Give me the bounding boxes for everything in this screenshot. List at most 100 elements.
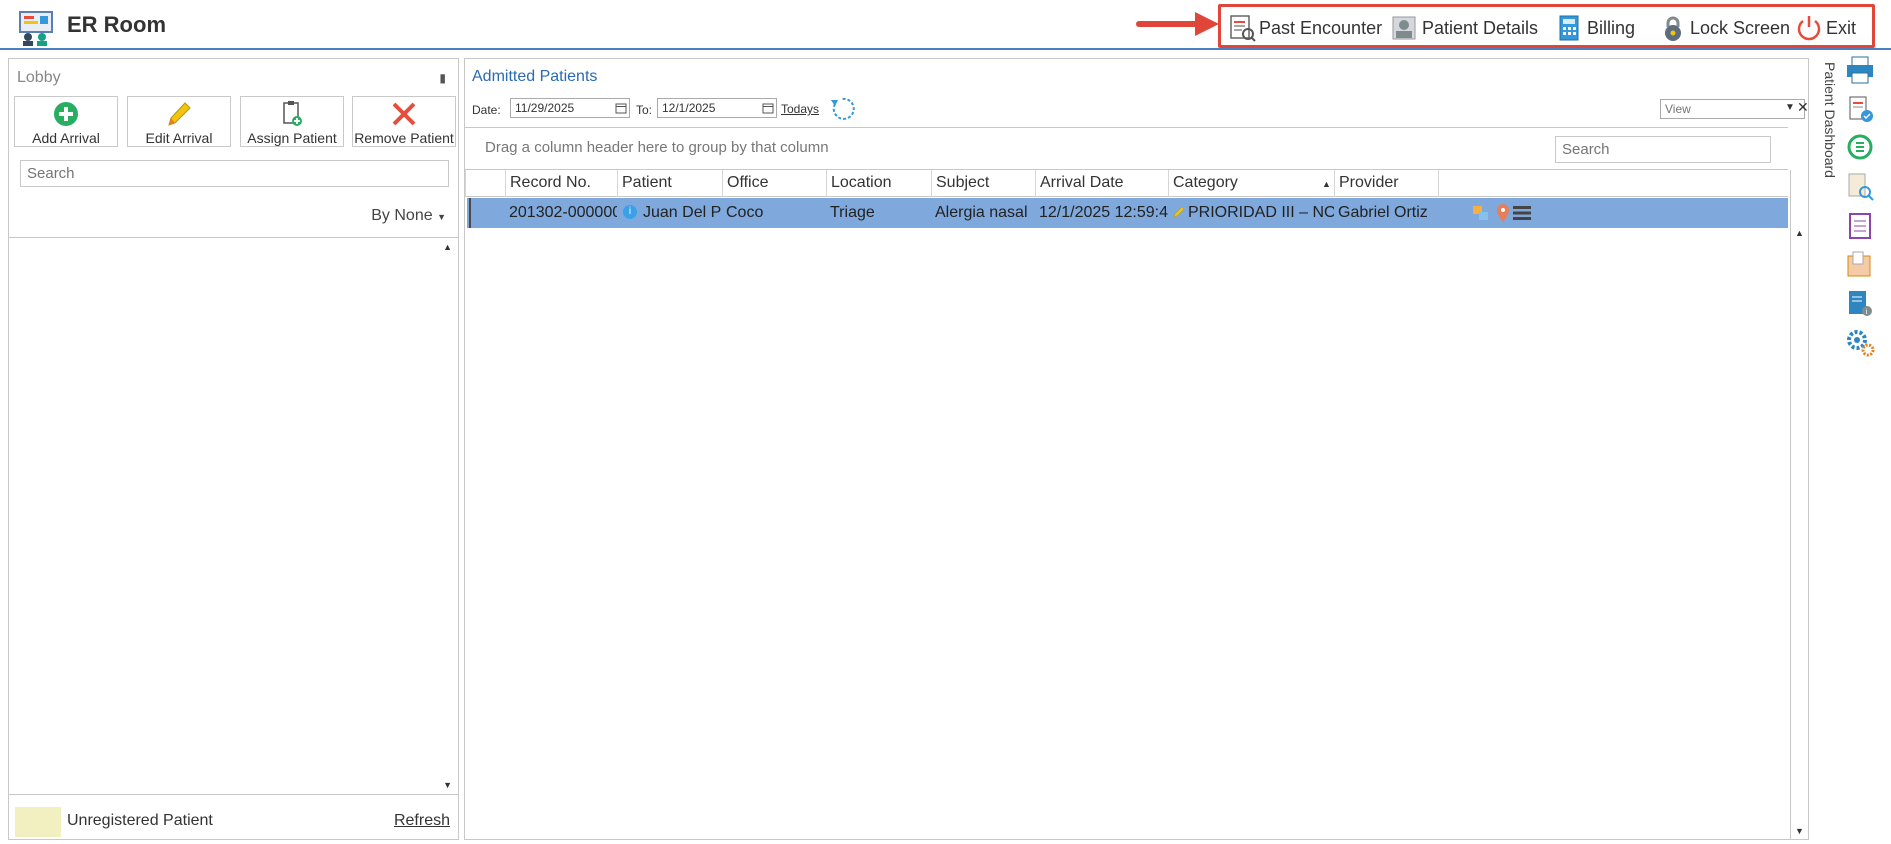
document-info-icon[interactable]: i — [1845, 289, 1875, 319]
info-icon[interactable]: i — [623, 205, 637, 219]
assign-patient-label: Assign Patient — [247, 130, 337, 146]
column-header-category[interactable]: Category — [1168, 170, 1334, 197]
grid-search-input[interactable] — [1555, 136, 1771, 163]
cell-category-text: PRIORIDAD III – NO URGENTE — [1188, 204, 1334, 221]
past-encounter-icon — [1230, 15, 1256, 42]
refresh-link[interactable]: Refresh — [394, 812, 450, 830]
grid-scrollbar[interactable]: ▲ ▼ — [1790, 170, 1808, 840]
caret-down-icon: ▼ — [437, 212, 446, 222]
add-icon — [54, 102, 78, 126]
lock-screen-button[interactable]: Lock Screen — [1659, 13, 1790, 43]
documents-folder-icon[interactable] — [1845, 250, 1875, 280]
group-by-label: By None — [371, 207, 433, 224]
printer-icon[interactable] — [1845, 55, 1875, 85]
remove-patient-button[interactable]: Remove Patient — [352, 96, 456, 147]
remove-x-icon — [392, 102, 416, 126]
cell-provider: Gabriel Ortiz — [1338, 204, 1428, 221]
calendar-icon[interactable] — [762, 102, 774, 114]
billing-button[interactable]: Billing — [1556, 13, 1635, 43]
clipboard-add-icon — [283, 101, 302, 126]
reload-icon[interactable] — [829, 96, 855, 122]
checklist-icon[interactable] — [1845, 211, 1875, 241]
scroll-down-icon[interactable]: ▼ — [443, 780, 452, 790]
app-title: ER Room — [67, 12, 166, 37]
unregistered-legend-swatch — [15, 807, 61, 837]
column-header-indicator — [465, 170, 505, 197]
patient-details-icon — [1392, 16, 1416, 40]
exit-button[interactable]: Exit — [1795, 13, 1856, 43]
lobby-title: Lobby — [17, 69, 61, 86]
to-label: To: — [636, 103, 653, 117]
cell-arrival-date: 12/1/2025 12:59:45 PM — [1039, 204, 1168, 221]
column-header-location[interactable]: Location — [826, 170, 931, 197]
column-header-provider[interactable]: Provider — [1334, 170, 1438, 197]
add-arrival-button[interactable]: Add Arrival — [14, 96, 118, 147]
admitted-patients-panel: Admitted Patients Date: To: Todays ▼ ✕ D… — [464, 58, 1809, 840]
caret-down-icon[interactable]: ▼ — [1785, 102, 1795, 113]
cell-patient-name: Juan Del Pueblo — [643, 204, 722, 221]
transfer-icon[interactable] — [1472, 204, 1490, 222]
document-search-icon[interactable] — [1845, 172, 1875, 202]
table-row[interactable]: 201302-0000001 i Juan Del Pueblo Coco Tr… — [467, 198, 1788, 228]
scroll-down-icon[interactable]: ▼ — [1795, 826, 1804, 836]
billing-label: Billing — [1587, 17, 1636, 38]
row-indicator — [469, 198, 473, 228]
er-room-logo-icon — [19, 11, 53, 46]
column-header-actions — [1438, 170, 1563, 197]
date-to-input[interactable] — [657, 98, 777, 118]
cell-location: Triage — [830, 204, 875, 221]
lock-icon — [1665, 16, 1681, 41]
settings-gears-icon[interactable] — [1845, 328, 1875, 358]
sort-ascending-icon: ▲ — [1322, 179, 1331, 189]
billing-icon — [1559, 15, 1579, 41]
remove-patient-label: Remove Patient — [354, 130, 454, 146]
clear-view-icon[interactable]: ✕ — [1797, 99, 1809, 116]
exit-label: Exit — [1826, 17, 1857, 38]
past-encounter-button[interactable]: Past Encounter — [1228, 13, 1382, 43]
add-arrival-label: Add Arrival — [32, 130, 100, 146]
column-header-patient[interactable]: Patient — [617, 170, 722, 197]
group-panel[interactable]: Drag a column header here to group by th… — [465, 127, 1788, 170]
pin-icon[interactable]: ▮ — [439, 71, 446, 85]
column-header-office[interactable]: Office — [722, 170, 826, 197]
cell-category: PRIORIDAD III – NO URGENTE — [1168, 198, 1334, 228]
lobby-search-input[interactable] — [20, 160, 449, 187]
scroll-up-icon[interactable]: ▲ — [1795, 228, 1804, 238]
unregistered-legend-label: Unregistered Patient — [67, 812, 213, 829]
pencil-icon — [1173, 206, 1185, 218]
column-header-record[interactable]: Record No. — [505, 170, 617, 197]
toolbar-highlight: Past Encounter Patient Details Billing L… — [1218, 4, 1875, 48]
clipboard-check-icon[interactable] — [1845, 94, 1875, 124]
calendar-icon[interactable] — [615, 102, 627, 114]
power-icon — [1797, 16, 1821, 41]
cell-subject: Alergia nasal — [935, 204, 1028, 221]
edit-arrival-label: Edit Arrival — [145, 130, 213, 146]
lobby-list: ▲ ▼ — [9, 237, 458, 795]
lock-screen-label: Lock Screen — [1690, 17, 1791, 38]
date-from-input[interactable] — [510, 98, 630, 118]
assign-patient-button[interactable]: Assign Patient — [240, 96, 344, 147]
patient-details-button[interactable]: Patient Details — [1391, 13, 1538, 43]
cell-patient: i Juan Del Pueblo — [617, 198, 722, 228]
callout-arrow-icon — [1136, 12, 1219, 36]
cell-office: Coco — [726, 204, 764, 221]
todays-link[interactable]: Todays — [781, 102, 819, 116]
lobby-panel: Lobby ▮ Add Arrival Edit Arrival Assign … — [8, 58, 459, 840]
edit-arrival-button[interactable]: Edit Arrival — [127, 96, 231, 147]
scroll-up-icon[interactable]: ▲ — [443, 242, 452, 252]
pencil-icon — [168, 102, 191, 126]
cell-record: 201302-0000001 — [509, 204, 617, 221]
location-pin-icon[interactable] — [1496, 203, 1510, 223]
admitted-title: Admitted Patients — [472, 68, 598, 85]
patient-dashboard-tab[interactable]: Patient Dashboard — [1822, 62, 1838, 178]
view-select[interactable] — [1660, 99, 1805, 119]
grid-header: Record No. Patient Office Location Subje… — [465, 170, 1788, 197]
date-label: Date: — [472, 103, 501, 117]
group-by-dropdown[interactable]: By None ▼ — [371, 207, 446, 225]
title-bar: ER Room Past Encounter Patient Details B… — [0, 0, 1891, 50]
column-header-arrival-date[interactable]: Arrival Date — [1035, 170, 1168, 197]
history-icon[interactable] — [1845, 132, 1875, 162]
past-encounter-label: Past Encounter — [1259, 17, 1383, 38]
column-header-subject[interactable]: Subject — [931, 170, 1035, 197]
menu-icon[interactable] — [1513, 205, 1531, 221]
